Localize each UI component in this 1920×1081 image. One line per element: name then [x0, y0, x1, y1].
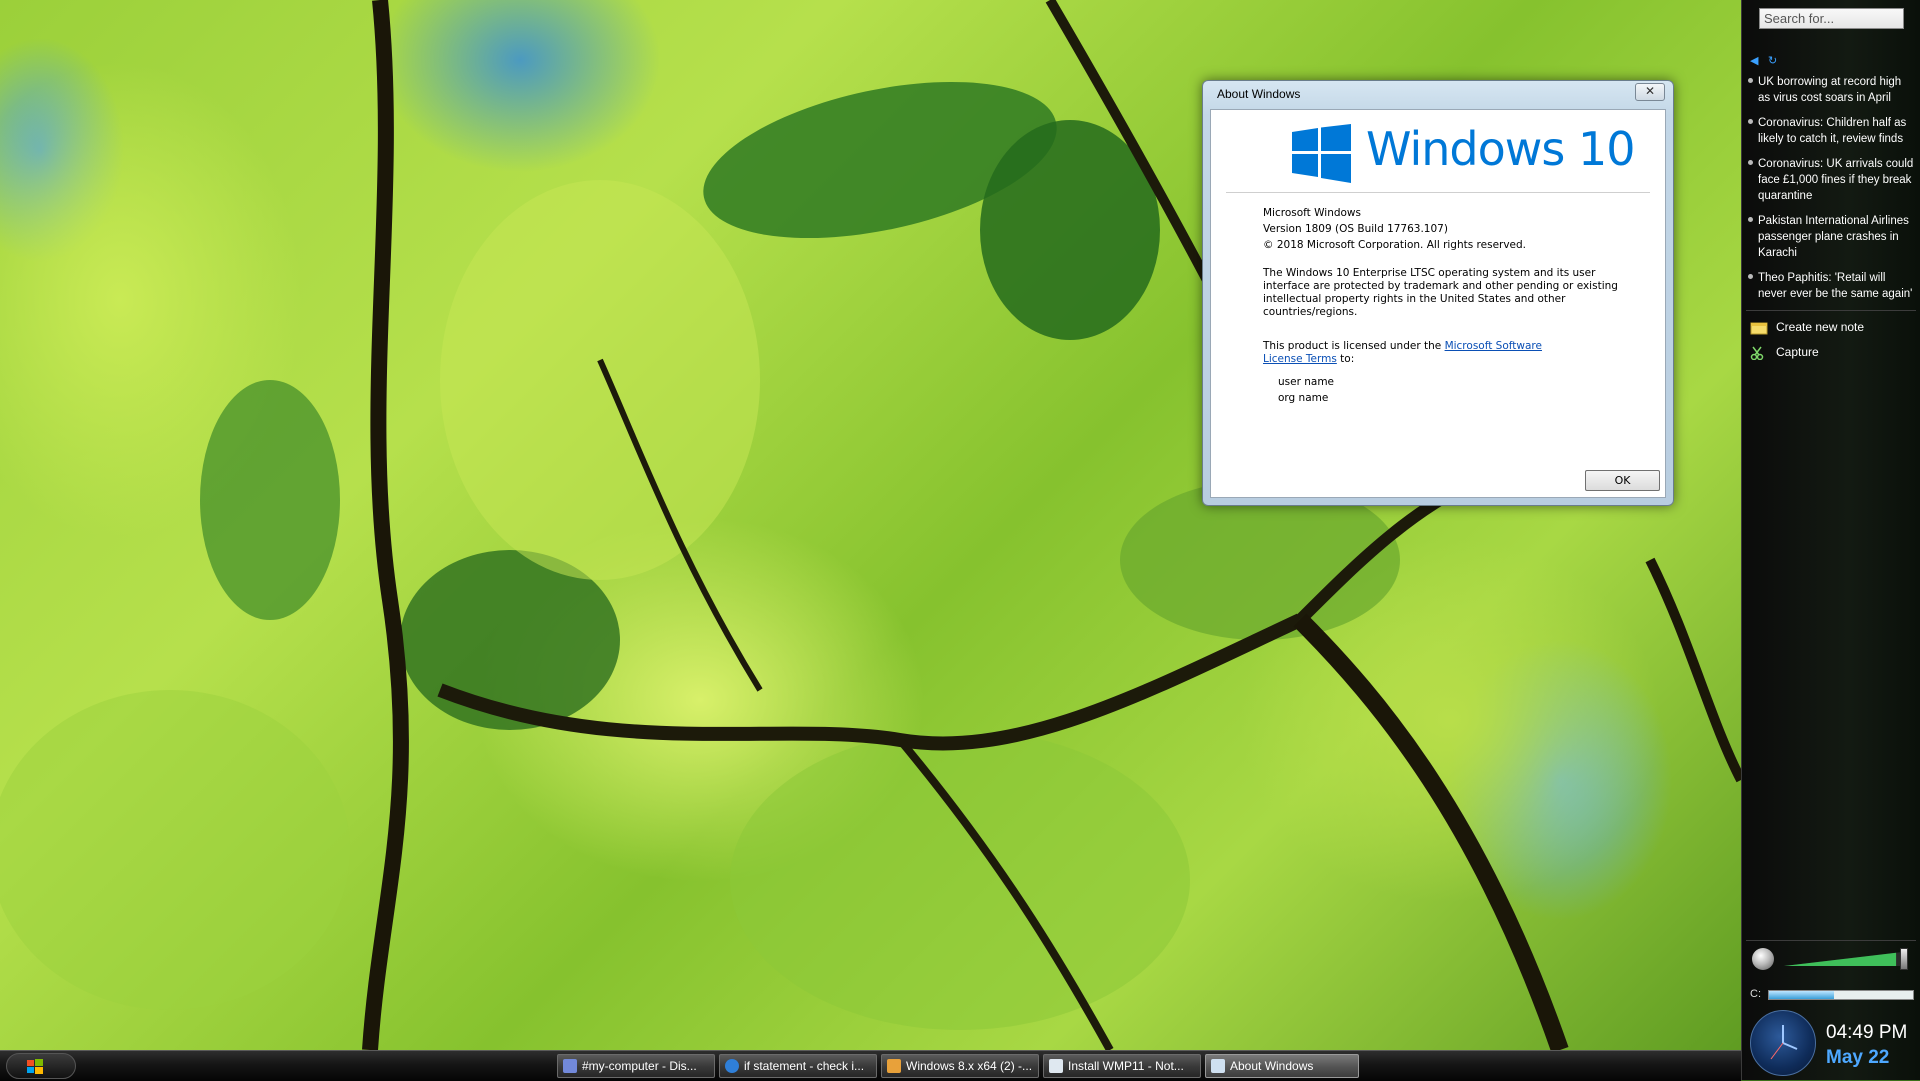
create-note-button[interactable]: Create new note: [1750, 318, 1864, 336]
news-headline: Theo Paphitis: 'Retail will never ever b…: [1758, 272, 1913, 300]
taskbar-item-label: About Windows: [1230, 1059, 1314, 1073]
news-item[interactable]: Coronavirus: UK arrivals could face £1,0…: [1748, 156, 1916, 204]
copyright-text: © 2018 Microsoft Corporation. All rights…: [1263, 239, 1527, 251]
news-nav: ◀ ↻: [1750, 54, 1783, 68]
bullet-icon: [1748, 160, 1753, 165]
product-name: Microsoft Windows: [1263, 207, 1361, 219]
speaker-icon[interactable]: [1752, 948, 1774, 970]
taskbar-item-label: Install WMP11 - Not...: [1068, 1059, 1184, 1073]
dialog-separator: [1226, 192, 1650, 193]
start-button[interactable]: [6, 1053, 76, 1079]
windows-sidebar: Search for... ◀ ↻ UK borrowing at record…: [1741, 0, 1920, 1080]
taskbar-item-label: #my-computer - Dis...: [582, 1059, 697, 1073]
sidebar-divider: [1746, 940, 1916, 941]
news-item[interactable]: Coronavirus: Children half as likely to …: [1748, 115, 1916, 147]
licensed-org-name: org name: [1278, 392, 1329, 404]
dialog-close-button[interactable]: ✕: [1635, 83, 1665, 101]
virtualbox-icon: [887, 1059, 901, 1073]
license-suffix: to:: [1336, 353, 1355, 365]
capture-label: Capture: [1776, 345, 1819, 359]
taskbar-item-about-windows[interactable]: About Windows: [1205, 1054, 1359, 1078]
create-note-label: Create new note: [1776, 320, 1865, 334]
volume-slider[interactable]: [1784, 952, 1902, 966]
news-headline: Coronavirus: Children half as likely to …: [1758, 117, 1907, 145]
taskbar-item-virtualbox[interactable]: Windows 8.x x64 (2) -...: [881, 1054, 1039, 1078]
dialog-body: Windows 10 Microsoft Windows Version 180…: [1210, 109, 1666, 498]
drive-meter-gadget: C:: [1750, 988, 1915, 1004]
windows-flag-icon: [27, 1059, 43, 1074]
bullet-icon: [1748, 217, 1753, 222]
windows-logo-icon: [1292, 124, 1351, 183]
license-statement: This product is licensed under the Micro…: [1263, 340, 1583, 366]
volume-slider-thumb[interactable]: [1900, 948, 1908, 970]
bullet-icon: [1748, 119, 1753, 124]
capture-button[interactable]: Capture: [1750, 343, 1819, 361]
window-icon: [1211, 1059, 1225, 1073]
about-windows-dialog[interactable]: About Windows ✕ Windows 10 Microsoft Win…: [1202, 80, 1674, 506]
taskbar-item-browser[interactable]: if statement - check i...: [719, 1054, 877, 1078]
taskbar: #my-computer - Dis... if statement - che…: [0, 1050, 1741, 1081]
discord-icon: [563, 1059, 577, 1073]
news-headline: UK borrowing at record high as virus cos…: [1758, 76, 1902, 104]
drive-label: C:: [1750, 988, 1761, 1000]
news-item[interactable]: UK borrowing at record high as virus cos…: [1748, 74, 1916, 106]
ok-button[interactable]: OK: [1585, 470, 1660, 491]
license-prefix: This product is licensed under the: [1263, 340, 1445, 352]
trademark-description: The Windows 10 Enterprise LTSC operating…: [1263, 267, 1618, 318]
sidebar-search-input[interactable]: Search for...: [1759, 8, 1904, 29]
bullet-icon: [1748, 274, 1753, 279]
dialog-title: About Windows: [1217, 87, 1301, 101]
analog-clock-icon: [1750, 1010, 1816, 1076]
windows-10-wordmark: Windows 10: [1366, 122, 1635, 176]
licensed-user-name: user name: [1278, 376, 1335, 388]
bullet-icon: [1748, 78, 1753, 83]
news-back-icon[interactable]: ◀: [1750, 54, 1758, 67]
clock-date: May 22: [1826, 1047, 1890, 1068]
taskbar-item-discord[interactable]: #my-computer - Dis...: [557, 1054, 715, 1078]
news-item[interactable]: Theo Paphitis: 'Retail will never ever b…: [1748, 270, 1916, 302]
taskbar-item-notepad[interactable]: Install WMP11 - Not...: [1043, 1054, 1201, 1078]
notepad-icon: [1049, 1059, 1063, 1073]
taskbar-item-label: if statement - check i...: [744, 1059, 865, 1073]
volume-gadget: [1750, 948, 1915, 972]
news-headline: Coronavirus: UK arrivals could face £1,0…: [1758, 158, 1914, 202]
drive-usage-fill: [1769, 991, 1834, 999]
news-feed-gadget: UK borrowing at record high as virus cos…: [1748, 74, 1916, 304]
news-headline: Pakistan International Airlines passenge…: [1758, 215, 1909, 259]
drive-usage-bar: [1768, 990, 1914, 1000]
news-item[interactable]: Pakistan International Airlines passenge…: [1748, 213, 1916, 261]
scissors-icon: [1750, 346, 1768, 361]
news-refresh-icon[interactable]: ↻: [1768, 54, 1777, 67]
taskbar-item-label: Windows 8.x x64 (2) -...: [906, 1059, 1033, 1073]
note-icon: [1750, 321, 1768, 335]
clock-time: 04:49 PM: [1826, 1022, 1908, 1043]
browser-icon: [725, 1059, 739, 1073]
version-text: Version 1809 (OS Build 17763.107): [1263, 223, 1448, 235]
sidebar-divider: [1746, 310, 1916, 311]
